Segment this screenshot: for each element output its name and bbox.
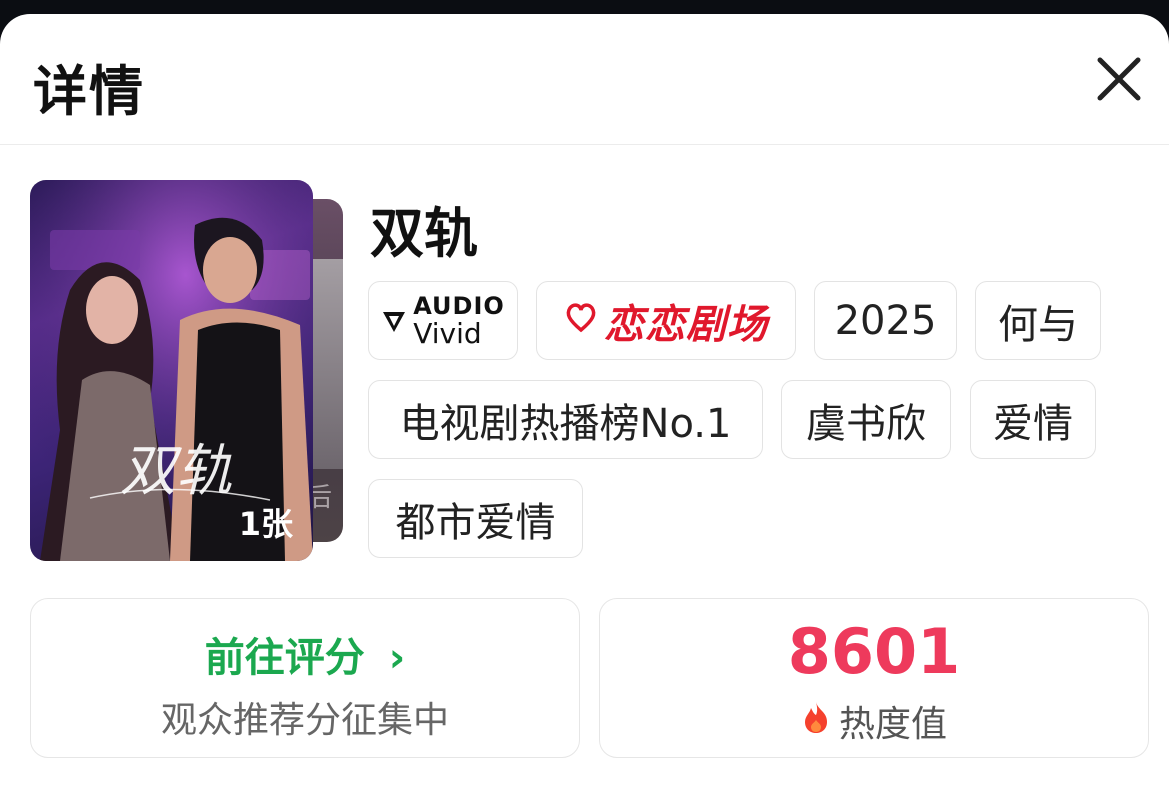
detail-sheet: 详情 后 双轨 1张 双轨 AUDIO Vivid 恋恋剧场 2025 何与 电… xyxy=(0,14,1169,808)
chevron-right-icon: › xyxy=(388,635,406,681)
heat-label: 热度值 xyxy=(838,704,947,745)
tag-audio-vivid[interactable]: AUDIO Vivid xyxy=(368,281,518,360)
heat-value: 8601 xyxy=(787,615,961,688)
poster-back-image xyxy=(313,259,343,469)
sheet-header: 详情 xyxy=(0,14,1169,145)
tag-year[interactable]: 2025 xyxy=(814,281,957,360)
tag-genre[interactable]: 爱情 xyxy=(970,380,1096,459)
close-icon[interactable] xyxy=(1094,54,1144,104)
poster-overlay-title: 双轨 xyxy=(120,439,232,504)
tag-subgenre[interactable]: 都市爱情 xyxy=(368,479,583,558)
poster-count: 1张 xyxy=(238,505,293,543)
page-title: 详情 xyxy=(33,60,145,123)
audio-vivid-icon xyxy=(381,298,407,344)
tag-brand[interactable]: 恋恋剧场 xyxy=(536,281,796,360)
flame-icon xyxy=(801,700,831,743)
show-title: 双轨 xyxy=(370,202,478,265)
audio-badge-line1: AUDIO xyxy=(413,291,505,320)
poster-image[interactable]: 双轨 1张 xyxy=(30,180,313,561)
tag-director[interactable]: 何与 xyxy=(975,281,1101,360)
rating-subtitle: 观众推荐分征集中 xyxy=(160,700,449,741)
brand-badge-text: 恋恋剧场 xyxy=(604,301,768,348)
heat-label-row: 热度值 xyxy=(600,695,1148,747)
audio-badge-line2: Vivid xyxy=(413,316,482,350)
heart-logo-icon xyxy=(564,298,598,344)
rate-action-label: 前往评分 xyxy=(204,635,365,681)
rating-card[interactable]: 前往评分 › 观众推荐分征集中 xyxy=(30,598,580,758)
tag-actor[interactable]: 虞书欣 xyxy=(781,380,951,459)
heat-card[interactable]: 8601 热度值 xyxy=(599,598,1149,758)
rate-action[interactable]: 前往评分 › xyxy=(31,625,579,683)
tag-ranking[interactable]: 电视剧热播榜No.1 xyxy=(368,380,763,459)
